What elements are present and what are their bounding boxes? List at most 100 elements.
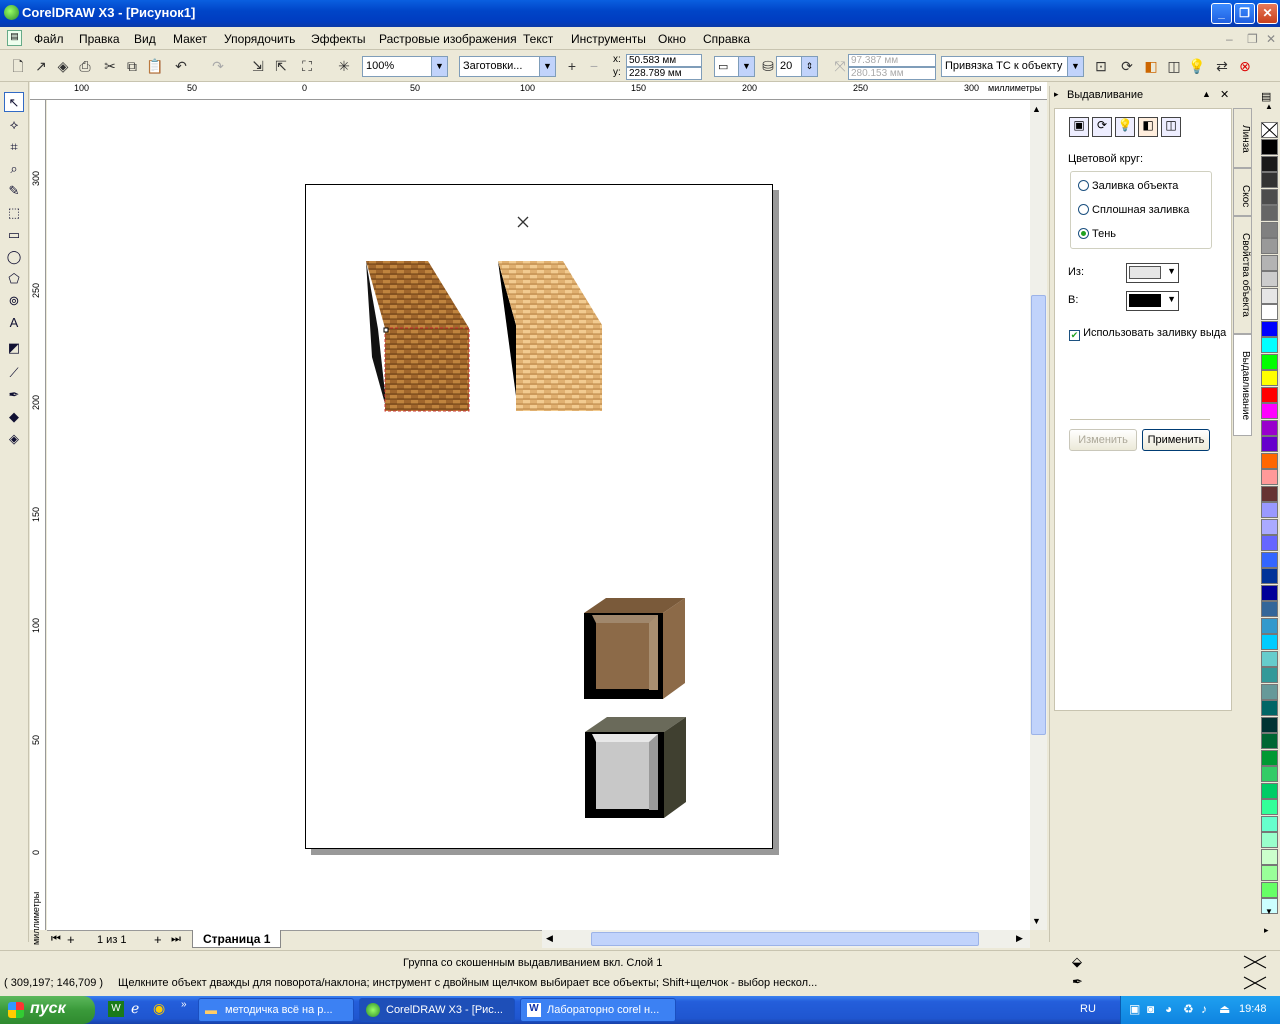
apply-button[interactable]: Применить <box>1142 429 1210 451</box>
nero-icon[interactable]: ◙ <box>1147 1002 1154 1016</box>
minimize-button[interactable]: _ <box>1211 3 1232 24</box>
vp-x-field[interactable]: 97.387 мм <box>848 54 936 67</box>
safely-remove-icon[interactable]: ⏏ <box>1219 1002 1230 1016</box>
extrude-color-tab-icon[interactable]: ◧ <box>1138 117 1158 137</box>
extrude-color-icon[interactable]: ◧ <box>1141 56 1161 76</box>
network-icon[interactable]: ▣ <box>1129 1002 1140 1016</box>
basic-shapes-icon[interactable]: ⊚ <box>4 291 24 311</box>
brown-beveled-cube[interactable] <box>584 598 685 699</box>
palette-swatch[interactable] <box>1261 254 1278 271</box>
document-icon[interactable]: ▤ <box>7 30 22 46</box>
vertical-ruler[interactable]: 300 250 200 150 100 50 0 миллиметры <box>30 100 46 945</box>
palette-swatch[interactable] <box>1261 155 1278 172</box>
page-tab[interactable]: Страница 1 <box>192 930 282 948</box>
palette-swatch[interactable] <box>1261 535 1278 551</box>
first-page-icon[interactable]: ⏮ <box>51 933 61 946</box>
chevron-down-icon[interactable]: ▼ <box>1167 266 1176 276</box>
vanishing-point-lock-combo[interactable]: Привязка ТС к объекту ▼ <box>941 56 1084 77</box>
menu-text[interactable]: Текст <box>523 32 553 46</box>
copy-extrude-icon[interactable]: ⇄ <box>1212 56 1232 76</box>
palette-swatch[interactable] <box>1261 139 1278 155</box>
zoom-combo[interactable]: 100% ▼ <box>362 56 448 77</box>
document-page[interactable] <box>305 184 773 849</box>
doc-close-icon[interactable]: ✕ <box>1266 32 1276 46</box>
tab-extrude[interactable]: Выдавливание <box>1233 334 1252 436</box>
crop-tool-icon[interactable]: ⌗ <box>4 137 24 157</box>
drawing-canvas[interactable] <box>47 100 1030 930</box>
palette-swatch[interactable] <box>1261 848 1278 865</box>
extrude-rotate-icon[interactable]: ⟳ <box>1092 117 1112 137</box>
from-color-picker[interactable]: ▼ <box>1126 263 1179 283</box>
menu-bitmaps[interactable]: Растровые изображения <box>379 32 517 46</box>
palette-swatch[interactable] <box>1261 832 1278 848</box>
interactive-fill-icon[interactable]: ◈ <box>4 429 24 449</box>
menu-view[interactable]: Вид <box>134 32 156 46</box>
palette-swatch[interactable] <box>1261 518 1278 535</box>
add-preset-icon[interactable]: + <box>562 56 582 76</box>
palette-swatch[interactable] <box>1261 337 1278 353</box>
extrude-rotation-icon[interactable]: ⟳ <box>1117 56 1137 76</box>
cut-icon[interactable]: ✂ <box>100 56 120 76</box>
menu-tools[interactable]: Инструменты <box>571 32 646 46</box>
zoom-tool-icon[interactable]: ⌕ <box>4 159 24 179</box>
task-coreldraw[interactable]: CorelDRAW X3 - [Рис... <box>359 998 515 1022</box>
docker-close-icon[interactable]: ✕ <box>1220 88 1229 101</box>
export-icon[interactable]: ⇱ <box>271 56 291 76</box>
extrude-lighting-icon[interactable]: 💡 <box>1187 56 1207 76</box>
docker-arrow-icon[interactable]: ▸ <box>1054 89 1059 100</box>
palette-swatch[interactable] <box>1261 683 1278 700</box>
palette-swatch[interactable] <box>1261 502 1278 518</box>
palette-swatch[interactable] <box>1261 617 1278 634</box>
palette-swatch[interactable] <box>1261 733 1278 749</box>
to-color-picker[interactable]: ▼ <box>1126 291 1179 311</box>
task-word[interactable]: W Лабораторно corel н... <box>520 998 676 1022</box>
presets-combo[interactable]: Заготовки... ▼ <box>459 56 556 77</box>
palette-swatch[interactable] <box>1261 205 1278 221</box>
palette-expand-icon[interactable]: ▸ <box>1264 925 1269 936</box>
scroll-down-icon[interactable]: ▼ <box>1032 916 1041 926</box>
polygon-tool-icon[interactable]: ⬠ <box>4 269 24 289</box>
close-button[interactable]: ✕ <box>1257 3 1278 24</box>
spinner-arrows-icon[interactable]: ⇕ <box>801 57 817 76</box>
open-icon[interactable]: ↗ <box>31 56 51 76</box>
horizontal-scroll-thumb[interactable] <box>591 932 979 946</box>
outline-indicator-icon[interactable]: ✒ <box>1072 974 1083 990</box>
palette-swatch[interactable] <box>1261 634 1278 650</box>
task-folder[interactable]: ▬ методичка всё на р... <box>198 998 354 1022</box>
palette-swatch[interactable] <box>1261 238 1278 254</box>
scroll-left-icon[interactable]: ◀ <box>546 933 553 944</box>
outline-tool-icon[interactable]: ✒ <box>4 385 24 405</box>
sound-icon[interactable]: ♪ <box>1201 1002 1207 1016</box>
palette-swatch[interactable] <box>1261 601 1278 617</box>
rectangle-tool-icon[interactable]: ▭ <box>4 225 24 245</box>
palette-swatch[interactable] <box>1261 485 1278 502</box>
copy-icon[interactable]: ⧉ <box>122 56 142 76</box>
palette-swatch[interactable] <box>1261 452 1278 469</box>
palette-swatch[interactable] <box>1261 436 1278 452</box>
palette-swatch[interactable] <box>1261 551 1278 568</box>
menu-effects[interactable]: Эффекты <box>311 32 366 46</box>
last-page-icon[interactable]: ⏭ <box>171 933 181 946</box>
media-player-icon[interactable]: ◉ <box>153 1000 165 1017</box>
wicker-box[interactable] <box>498 261 602 411</box>
tab-object-properties[interactable]: Свойства объекта <box>1233 216 1252 334</box>
fill-tool-icon[interactable]: ◆ <box>4 407 24 427</box>
palette-swatch[interactable] <box>1261 403 1278 419</box>
extrude-camera-icon[interactable]: ▣ <box>1069 117 1089 137</box>
app-launcher-icon[interactable]: ⛶ <box>297 56 317 76</box>
palette-swatch[interactable] <box>1261 749 1278 766</box>
chevron-down-icon[interactable]: ▼ <box>738 57 754 76</box>
redo-icon[interactable]: ↷ <box>208 56 228 76</box>
palette-swatch[interactable] <box>1261 469 1278 485</box>
doc-restore-icon[interactable]: ❐ <box>1247 32 1258 46</box>
palette-swatch[interactable] <box>1261 320 1278 337</box>
update-icon[interactable]: ♻ <box>1183 1002 1194 1016</box>
palette-swatch[interactable] <box>1261 188 1278 205</box>
quicklaunch-icon[interactable]: W <box>108 1001 124 1017</box>
extrude-bevel-icon[interactable]: ◫ <box>1164 56 1184 76</box>
print-icon[interactable]: ⎙ <box>75 56 95 76</box>
y-position-field[interactable]: 228.789 мм <box>626 67 702 80</box>
radio-solid-fill[interactable]: Сплошная заливка <box>1078 204 1189 216</box>
chevron-down-icon[interactable]: ▼ <box>1067 57 1083 76</box>
language-indicator[interactable]: RU <box>1080 1003 1096 1015</box>
